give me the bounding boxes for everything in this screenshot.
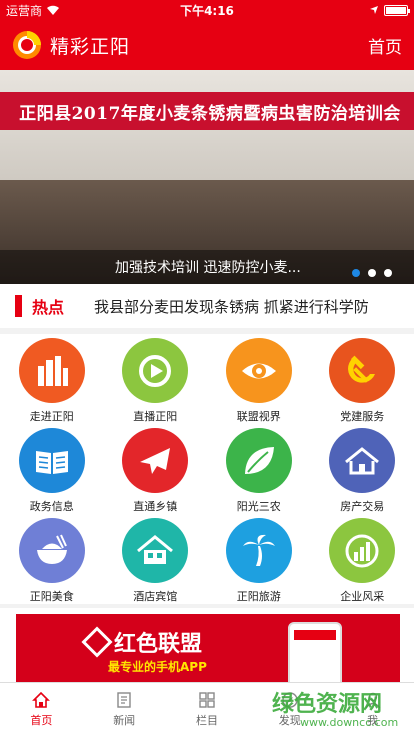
- tab-label: 新闻: [113, 714, 136, 727]
- hot-news-ticker[interactable]: 热点 我县部分麦田发现条锈病 抓紧进行科学防: [0, 284, 414, 328]
- grid-item-meishi[interactable]: 正阳美食: [0, 514, 104, 604]
- grid-item-dangjian[interactable]: 党建服务: [311, 334, 414, 424]
- eye-icon: [225, 338, 292, 403]
- hotel-house-icon: [122, 518, 189, 583]
- banner-caption: 加强技术培训 迅速防控小麦...: [115, 260, 301, 276]
- grid-item-label: 直通乡镇: [133, 500, 178, 513]
- rice-bowl-icon: [18, 518, 85, 583]
- ad-banner[interactable]: 红色联盟 最专业的手机APP: [0, 608, 414, 682]
- grid-item-qiye[interactable]: 企业风采: [311, 514, 414, 604]
- grid-item-label: 正阳旅游: [236, 590, 281, 603]
- grid-item-jiudian[interactable]: 酒店宾馆: [104, 514, 208, 604]
- grid-item-label: 党建服务: [340, 410, 385, 423]
- grid-item-label: 政务信息: [29, 500, 74, 513]
- grid-item-sannong[interactable]: 阳光三农: [207, 424, 311, 514]
- battery-icon: [384, 4, 410, 16]
- top-nav-bar: 精彩正阳 首页: [0, 20, 414, 70]
- grid-item-label: 直播正阳: [133, 410, 178, 423]
- grid-item-zhitong[interactable]: 直通乡镇: [104, 424, 208, 514]
- diamond-logo-icon: [81, 626, 113, 658]
- tab-label: 首页: [30, 714, 53, 727]
- carousel-dots[interactable]: [352, 269, 392, 277]
- grid-item-zoujin[interactable]: 走进正阳: [0, 334, 104, 424]
- home-icon: [32, 691, 51, 708]
- feature-grid: 走进正阳 直播正阳 联盟视界 党建服务 政务信息 直通乡镇 阳光三农 房产交易 …: [0, 334, 414, 604]
- grid-item-fangchan[interactable]: 房产交易: [311, 424, 414, 514]
- hot-headline[interactable]: 我县部分麦田发现条锈病 抓紧进行科学防: [94, 296, 369, 317]
- grid-item-zhibo[interactable]: 直播正阳: [104, 334, 208, 424]
- hammer-sickle-icon: [329, 338, 396, 403]
- tab-label: 栏目: [195, 714, 218, 727]
- grid-item-lvyou[interactable]: 正阳旅游: [207, 514, 311, 604]
- app-title: 精彩正阳: [50, 35, 131, 58]
- tab-home[interactable]: 首页: [0, 683, 83, 736]
- ad-subtitle: 最专业的手机APP: [108, 660, 207, 674]
- banner-carousel[interactable]: 正阳县2017年度小麦条锈病暨病虫害防治培训会 加强技术培训 迅速防控小麦...: [0, 70, 414, 284]
- hot-accent-bar: [15, 295, 22, 317]
- ad-title: 红色联盟: [114, 632, 203, 657]
- grid-item-zhengwu[interactable]: 政务信息: [0, 424, 104, 514]
- house-icon: [329, 428, 396, 493]
- carousel-dot[interactable]: [384, 269, 392, 277]
- status-bar: 运营商 下午4:16: [0, 0, 414, 20]
- open-book-icon: [18, 428, 85, 493]
- watermark-text: 绿色资源网: [272, 692, 383, 717]
- grid-item-label: 企业风采: [340, 590, 385, 603]
- palm-tree-icon: [225, 518, 292, 583]
- grid-item-label: 正阳美食: [29, 590, 74, 603]
- tab-columns[interactable]: 栏目: [166, 683, 249, 736]
- banner-caption-bar: 加强技术培训 迅速防控小麦...: [0, 250, 414, 284]
- leaf-icon: [225, 428, 292, 493]
- ad-banner-image[interactable]: 红色联盟 最专业的手机APP: [16, 614, 400, 682]
- news-icon: [117, 692, 131, 708]
- home-link[interactable]: 首页: [368, 33, 402, 58]
- grid-item-label: 走进正阳: [29, 410, 74, 423]
- carousel-dot[interactable]: [352, 269, 360, 277]
- status-time: 下午4:16: [180, 3, 234, 18]
- tab-news[interactable]: 新闻: [83, 683, 166, 736]
- grid-item-label: 阳光三农: [236, 500, 281, 513]
- airplane-icon: [122, 428, 189, 493]
- grid-item-label: 联盟视界: [236, 410, 281, 423]
- watermark-url: www.downcc.com: [300, 716, 399, 729]
- hot-label: 热点: [32, 298, 65, 317]
- grid-icon: [199, 692, 215, 708]
- phone-mockup-icon: [288, 622, 342, 682]
- carousel-dot[interactable]: [368, 269, 376, 277]
- growth-chart-icon: [329, 518, 396, 583]
- app-logo-icon: [13, 31, 41, 59]
- banner-sign: 正阳县2017年度小麦条锈病暨病虫害防治培训会: [0, 92, 414, 130]
- city-buildings-icon: [18, 338, 85, 403]
- grid-item-lianmeng[interactable]: 联盟视界: [207, 334, 311, 424]
- grid-item-label: 酒店宾馆: [133, 590, 178, 603]
- ad-logo: 红色联盟: [81, 626, 203, 658]
- grid-item-label: 房产交易: [340, 500, 385, 513]
- live-play-icon: [122, 338, 189, 403]
